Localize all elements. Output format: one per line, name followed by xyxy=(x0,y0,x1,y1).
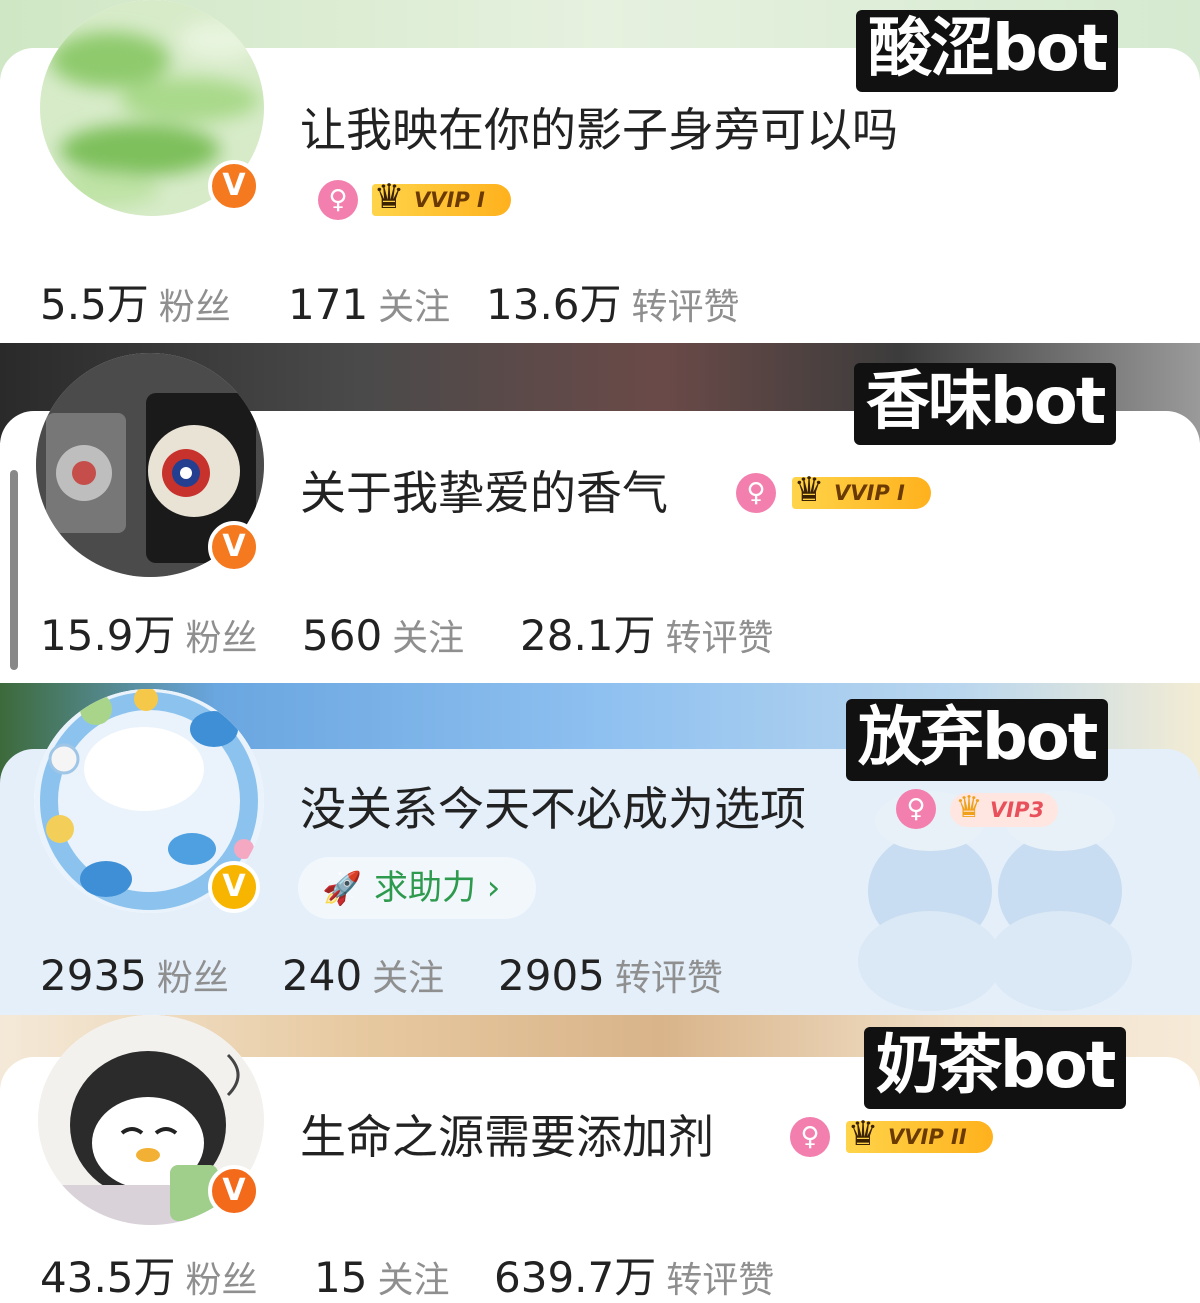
followers-stat[interactable]: 2935 粉丝 xyxy=(40,951,229,1010)
stat-value: 15.9万 xyxy=(40,611,176,660)
female-icon: ♀ xyxy=(736,473,776,513)
stat-value: 43.5万 xyxy=(40,1253,176,1302)
stat-label: 关注 xyxy=(372,958,445,999)
vvip-label: VVIP II xyxy=(888,1125,967,1149)
stat-value: 28.1万 xyxy=(520,611,656,660)
followers-stat[interactable]: 43.5万 粉丝 xyxy=(40,1253,258,1303)
bot-tag: 奶茶bot xyxy=(864,1027,1127,1109)
vvip-badge[interactable]: ♛ VVIP I xyxy=(372,177,511,217)
followers-stat[interactable]: 5.5万 粉丝 xyxy=(40,280,231,339)
bot-tag: 放弃bot xyxy=(846,699,1109,781)
stat-label: 粉丝 xyxy=(158,287,231,328)
likes-stat[interactable]: 13.6万 转评赞 xyxy=(486,280,740,339)
profile-bio: 让我映在你的影子身旁可以吗 xyxy=(300,103,898,157)
stat-value: 2905 xyxy=(498,951,605,1000)
vvip-badge[interactable]: ♛ VVIP II xyxy=(846,1114,993,1154)
crown-icon: ♛ xyxy=(955,790,983,825)
stat-label: 转评赞 xyxy=(614,958,723,999)
verified-v-icon: V xyxy=(208,160,260,212)
stat-label: 转评赞 xyxy=(631,287,740,328)
following-stat[interactable]: 560 关注 xyxy=(302,611,464,670)
profile-bio: 生命之源需要添加剂 xyxy=(300,1110,714,1164)
stat-value: 5.5万 xyxy=(40,280,149,329)
stat-value: 2935 xyxy=(40,951,147,1000)
following-stat[interactable]: 171 关注 xyxy=(288,280,450,339)
female-icon: ♀ xyxy=(318,180,358,220)
rocket-icon: 🚀 xyxy=(322,869,362,907)
vvip-label: VVIP I xyxy=(834,481,905,505)
stat-label: 粉丝 xyxy=(156,958,229,999)
stat-label: 转评赞 xyxy=(665,618,774,659)
vvip-badge[interactable]: ♛ VVIP I xyxy=(792,470,931,510)
bot-tag: 香味bot xyxy=(854,363,1117,445)
profile-bio: 没关系今天不必成为选项 xyxy=(300,782,806,836)
stat-value: 240 xyxy=(282,951,363,1000)
help-boost-label: 求助力 › xyxy=(374,868,501,908)
female-icon: ♀ xyxy=(896,789,936,829)
vvip-label: VVIP I xyxy=(414,188,485,212)
likes-stat[interactable]: 28.1万 转评赞 xyxy=(520,611,774,670)
crown-icon: ♛ xyxy=(373,177,405,217)
stat-value: 639.7万 xyxy=(494,1253,657,1302)
female-icon: ♀ xyxy=(790,1117,830,1157)
stat-value: 171 xyxy=(288,280,369,329)
stat-value: 560 xyxy=(302,611,383,660)
profile-card-2: V 香味bot 关于我挚爱的香气 ♀ ♛ VVIP I 15.9万 粉丝 560 关… xyxy=(0,343,1200,683)
stat-label: 粉丝 xyxy=(185,1260,258,1301)
crown-icon: ♛ xyxy=(793,470,825,510)
stat-value: 13.6万 xyxy=(486,280,622,329)
stat-label: 转评赞 xyxy=(666,1260,775,1301)
vip3-badge[interactable]: ♛ VIP3 xyxy=(950,790,1059,827)
likes-stat[interactable]: 2905 转评赞 xyxy=(498,951,723,1010)
stat-label: 关注 xyxy=(378,287,451,328)
profile-card-4: V 奶茶bot 生命之源需要添加剂 ♀ ♛ VVIP II 43.5万 粉丝 15… xyxy=(0,1015,1200,1303)
help-boost-button[interactable]: 🚀 求助力 › xyxy=(298,857,537,919)
verified-v-icon: V xyxy=(208,521,260,573)
stat-label: 粉丝 xyxy=(185,618,258,659)
profile-bio: 关于我挚爱的香气 xyxy=(300,466,668,520)
following-stat[interactable]: 15 关注 xyxy=(314,1253,449,1303)
stat-label: 关注 xyxy=(377,1260,450,1301)
scrollbar[interactable] xyxy=(10,470,18,670)
following-stat[interactable]: 240 关注 xyxy=(282,951,444,1010)
stat-value: 15 xyxy=(314,1253,368,1302)
verified-v-icon: V xyxy=(208,1165,260,1217)
bot-tag: 酸涩bot xyxy=(856,10,1119,92)
likes-stat[interactable]: 639.7万 转评赞 xyxy=(494,1253,774,1303)
profile-card-3: V 放弃bot 没关系今天不必成为选项 ♀ ♛ VIP3 🚀 求助力 › 293… xyxy=(0,683,1200,1015)
stat-label: 关注 xyxy=(392,618,465,659)
crown-icon: ♛ xyxy=(847,1114,879,1154)
verified-v-icon: V xyxy=(208,861,260,913)
vip3-label: VIP3 xyxy=(990,798,1045,822)
followers-stat[interactable]: 15.9万 粉丝 xyxy=(40,611,258,670)
profile-card-1: V 酸涩bot 让我映在你的影子身旁可以吗 ♀ ♛ VVIP I 5.5万 粉丝 … xyxy=(0,0,1200,343)
